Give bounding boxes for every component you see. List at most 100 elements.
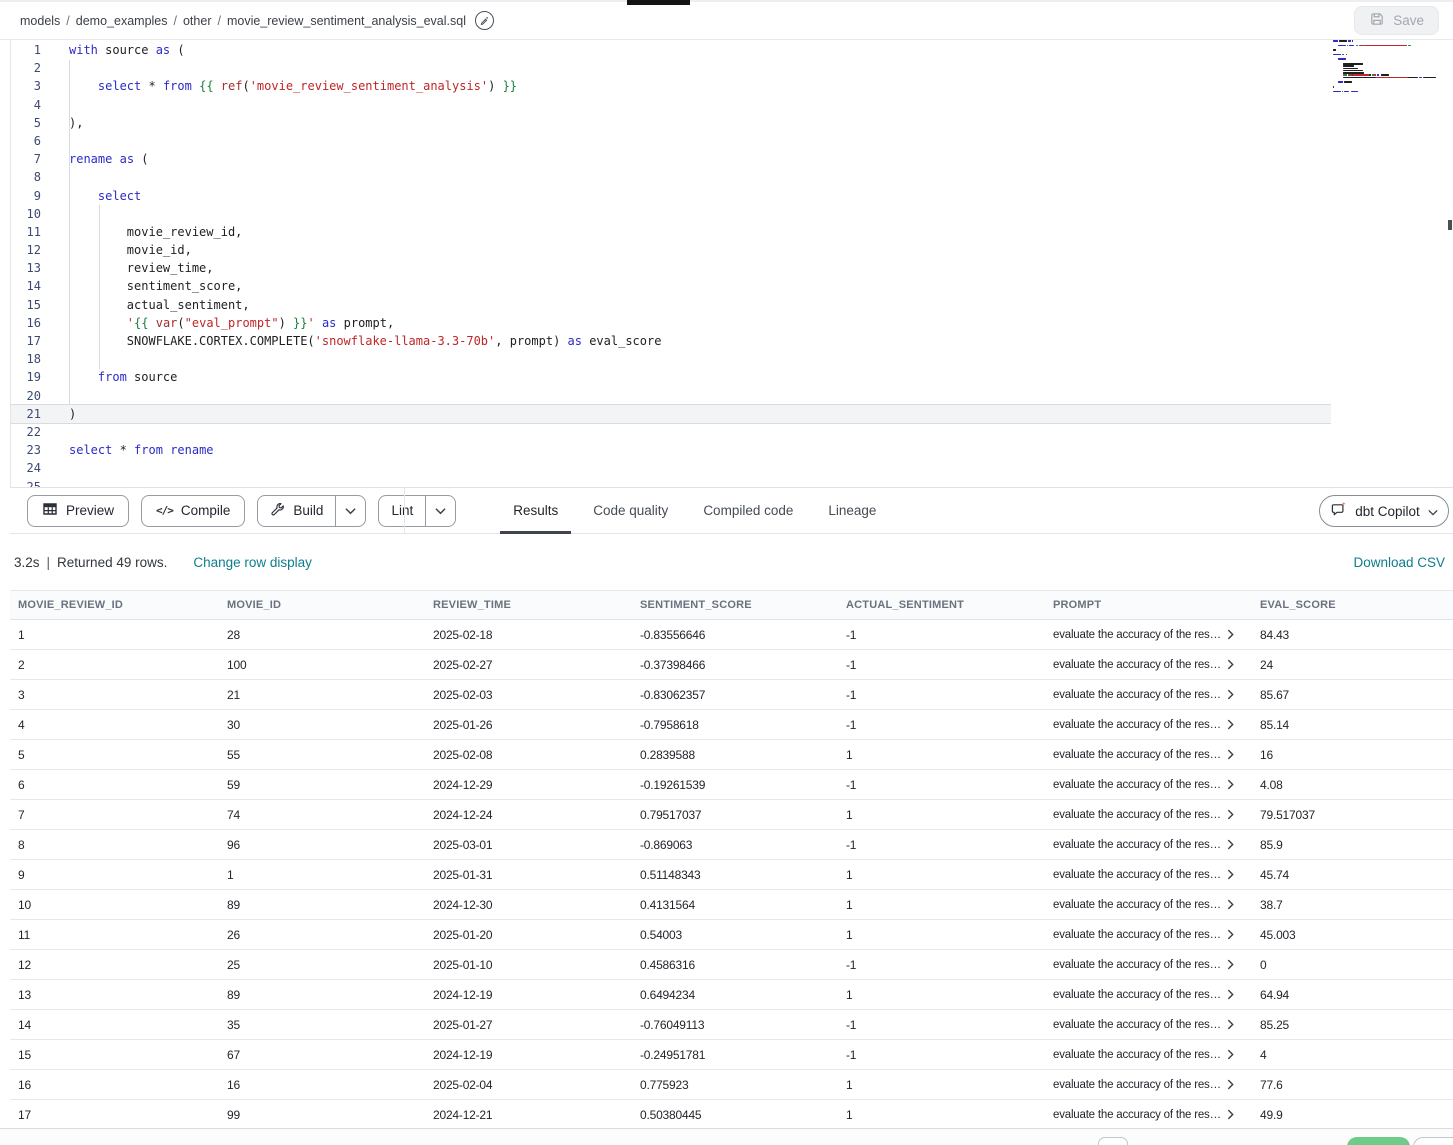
build-button-group: Build <box>257 495 366 527</box>
prompt-expand-icon[interactable] <box>1227 779 1234 790</box>
table-row: 4302025-01-26-0.7958618-1evaluate the ac… <box>10 710 1453 740</box>
line-number: 23 <box>11 441 41 459</box>
bottom-partial-green-button[interactable] <box>1347 1137 1410 1145</box>
code-line[interactable]: 3 select * from {{ ref('movie_review_sen… <box>11 77 1331 95</box>
chevron-down-icon <box>1428 504 1438 519</box>
table-cell: 16 <box>219 1078 425 1092</box>
table-cell: 59 <box>219 778 425 792</box>
code-line[interactable]: 7rename as ( <box>11 150 1331 168</box>
prompt-expand-icon[interactable] <box>1227 719 1234 730</box>
code-line[interactable]: 1with source as ( <box>11 41 1331 59</box>
change-row-display-link[interactable]: Change row display <box>193 555 312 570</box>
code-line[interactable]: 4 <box>11 96 1331 114</box>
prompt-cell: evaluate the accuracy of the res… <box>1045 869 1252 881</box>
code-line[interactable]: 10 <box>11 205 1331 223</box>
breadcrumb-segment: movie_review_sentiment_analysis_eval.sql <box>227 14 466 28</box>
prompt-expand-icon[interactable] <box>1227 989 1234 1000</box>
code-line[interactable]: 15 actual_sentiment, <box>11 296 1331 314</box>
code-line[interactable]: 8 <box>11 168 1331 186</box>
eval-score-cell: 0 <box>1252 958 1453 972</box>
table-cell: 0.54003 <box>632 928 838 942</box>
code-text: review_time, <box>41 259 214 277</box>
tab-results[interactable]: Results <box>500 488 571 533</box>
prompt-expand-icon[interactable] <box>1227 749 1234 760</box>
tab-code-quality[interactable]: Code quality <box>580 488 681 533</box>
code-line[interactable]: 5), <box>11 114 1331 132</box>
prompt-expand-icon[interactable] <box>1227 959 1234 970</box>
prompt-cell: evaluate the accuracy of the res… <box>1045 1109 1252 1121</box>
lint-button[interactable]: Lint <box>379 496 425 526</box>
code-editor[interactable]: 1with source as (23 select * from {{ ref… <box>10 40 1453 487</box>
editor-minimap[interactable] <box>1333 40 1445 97</box>
code-line[interactable]: 12 movie_id, <box>11 241 1331 259</box>
code-line[interactable]: 17 SNOWFLAKE.CORTEX.COMPLETE('snowflake-… <box>11 332 1331 350</box>
dbt-copilot-button[interactable]: dbt Copilot <box>1319 495 1449 527</box>
code-line[interactable]: 2 <box>11 59 1331 77</box>
lint-dropdown-button[interactable] <box>425 496 455 526</box>
code-line[interactable]: 21) <box>11 405 1331 423</box>
prompt-expand-icon[interactable] <box>1227 1049 1234 1060</box>
code-line[interactable]: 13 review_time, <box>11 259 1331 277</box>
table-cell: 13 <box>10 988 219 1002</box>
prompt-expand-icon[interactable] <box>1227 839 1234 850</box>
scrollbar-handle[interactable] <box>1448 220 1452 230</box>
code-line[interactable]: 14 sentiment_score, <box>11 277 1331 295</box>
tab-lineage[interactable]: Lineage <box>815 488 889 533</box>
preview-button[interactable]: Preview <box>27 495 129 527</box>
save-button[interactable]: Save <box>1354 6 1439 35</box>
results-table: MOVIE_REVIEW_IDMOVIE_IDREVIEW_TIMESENTIM… <box>10 590 1453 1130</box>
code-line[interactable]: 16 '{{ var("eval_prompt") }}' as prompt, <box>11 314 1331 332</box>
prompt-expand-icon[interactable] <box>1227 689 1234 700</box>
prompt-expand-icon[interactable] <box>1227 809 1234 820</box>
line-number: 18 <box>11 350 41 368</box>
code-lines[interactable]: 1with source as (23 select * from {{ ref… <box>11 40 1453 487</box>
prompt-preview-text: evaluate the accuracy of the res… <box>1053 689 1221 701</box>
code-line[interactable]: 11 movie_review_id, <box>11 223 1331 241</box>
prompt-expand-icon[interactable] <box>1227 929 1234 940</box>
line-number: 12 <box>11 241 41 259</box>
prompt-expand-icon[interactable] <box>1227 659 1234 670</box>
eval-score-cell: 85.9 <box>1252 838 1453 852</box>
tab-compiled-code[interactable]: Compiled code <box>690 488 806 533</box>
status-divider: | <box>40 555 58 570</box>
table-cell: 8 <box>10 838 219 852</box>
prompt-expand-icon[interactable] <box>1227 1079 1234 1090</box>
table-cell: -0.24951781 <box>632 1048 838 1062</box>
table-cell: 11 <box>10 928 219 942</box>
code-line[interactable]: 9 select <box>11 187 1331 205</box>
code-line[interactable]: 20 <box>11 387 1331 405</box>
build-button[interactable]: Build <box>258 496 335 526</box>
line-number: 5 <box>11 114 41 132</box>
table-cell: 0.51148343 <box>632 868 838 882</box>
prompt-expand-icon[interactable] <box>1227 1019 1234 1030</box>
code-text <box>41 350 69 368</box>
prompt-preview-text: evaluate the accuracy of the res… <box>1053 629 1221 641</box>
bottom-partial-button[interactable] <box>1413 1137 1453 1145</box>
build-label: Build <box>293 503 323 518</box>
table-cell: 89 <box>219 898 425 912</box>
prompt-expand-icon[interactable] <box>1227 629 1234 640</box>
table-cell: 26 <box>219 928 425 942</box>
code-line[interactable]: 6 <box>11 132 1331 150</box>
prompt-cell: evaluate the accuracy of the res… <box>1045 719 1252 731</box>
copilot-file-icon[interactable] <box>475 11 494 30</box>
table-cell: 2025-01-27 <box>425 1018 632 1032</box>
code-line[interactable]: 22 <box>11 423 1331 441</box>
prompt-expand-icon[interactable] <box>1227 869 1234 880</box>
code-line[interactable]: 25 <box>11 478 1331 488</box>
table-row: 3212025-02-03-0.83062357-1evaluate the a… <box>10 680 1453 710</box>
bottom-partial-button[interactable] <box>1098 1137 1128 1145</box>
prompt-preview-text: evaluate the accuracy of the res… <box>1053 1019 1221 1031</box>
code-line[interactable]: 18 <box>11 350 1331 368</box>
download-csv-link[interactable]: Download CSV <box>1353 555 1445 570</box>
table-cell: 21 <box>219 688 425 702</box>
line-number: 3 <box>11 77 41 95</box>
code-line[interactable]: 23select * from rename <box>11 441 1331 459</box>
editor-scrollbar[interactable] <box>1447 40 1453 487</box>
prompt-expand-icon[interactable] <box>1227 899 1234 910</box>
build-dropdown-button[interactable] <box>335 496 365 526</box>
code-line[interactable]: 19 from source <box>11 368 1331 386</box>
code-line[interactable]: 24 <box>11 459 1331 477</box>
compile-button[interactable]: </> Compile <box>141 495 245 527</box>
prompt-expand-icon[interactable] <box>1227 1109 1234 1120</box>
